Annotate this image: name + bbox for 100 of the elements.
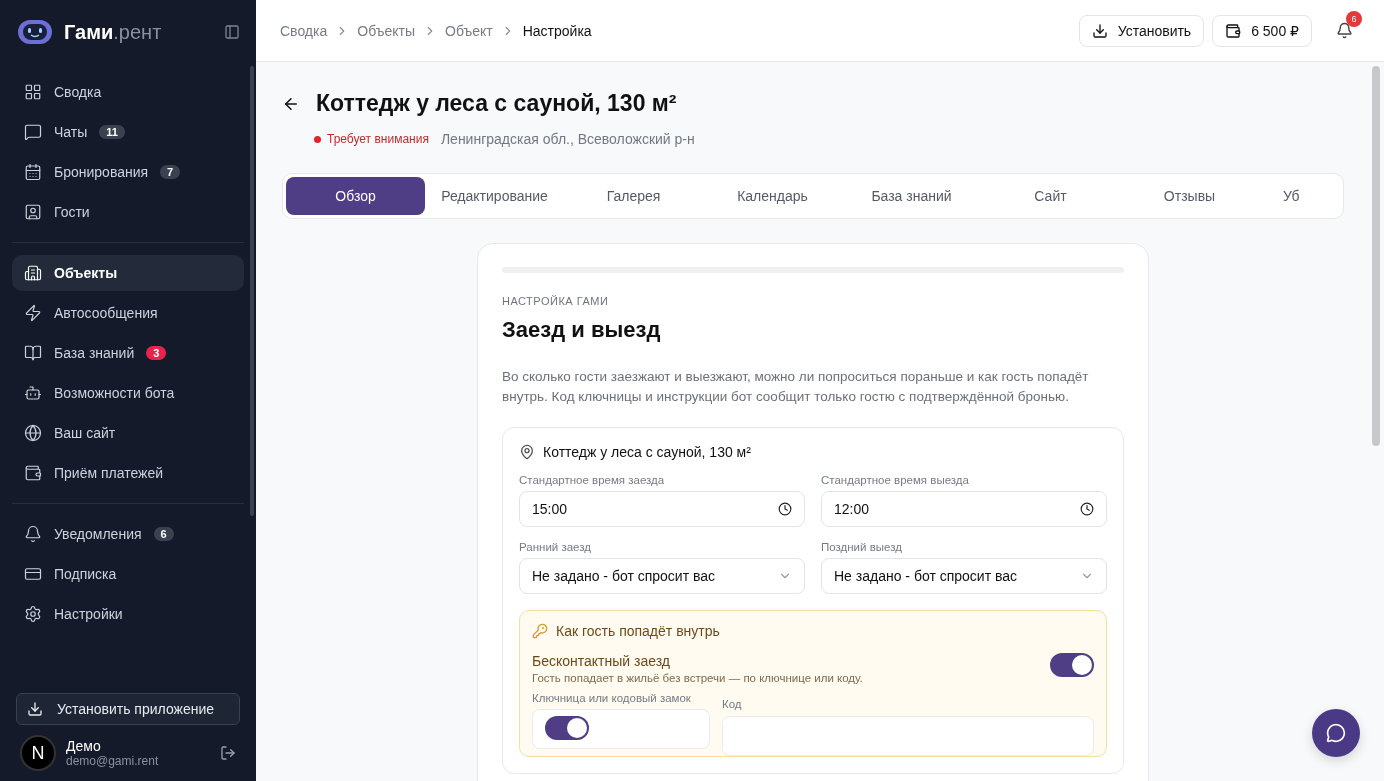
sidebar-item[interactable]: Уведомления 6 xyxy=(12,516,244,552)
sidebar-item[interactable]: Гости xyxy=(12,194,244,230)
sidebar-label: Бронирования xyxy=(54,164,149,180)
card-title: Заезд и выезд xyxy=(502,317,662,343)
sidebar-item[interactable]: Сводка xyxy=(12,74,244,110)
sidebar-item[interactable]: Автосообщения xyxy=(12,295,244,331)
breadcrumb[interactable]: Объект xyxy=(445,22,493,39)
sidebar-item[interactable]: Ваш сайт xyxy=(12,415,244,451)
sidebar-item[interactable]: Объекты xyxy=(12,255,244,291)
sidebar-item[interactable]: Бронирования 7 xyxy=(12,154,244,190)
eyebrow-text: НАСТРОЙКА ГАМИ xyxy=(502,295,610,307)
tab[interactable]: Галерея xyxy=(564,177,703,215)
sidebar-label: Приём платежей xyxy=(54,465,164,481)
bell-icon[interactable] xyxy=(1335,22,1353,39)
globe-icon xyxy=(24,424,42,442)
sidebar-label: Уведомления xyxy=(54,526,142,542)
count-badge: 3 xyxy=(146,346,167,360)
chat-bubble-icon xyxy=(1326,723,1346,743)
tab[interactable]: Редактирование xyxy=(425,177,564,215)
building-icon xyxy=(24,264,42,282)
tab[interactable]: Обзор xyxy=(286,177,425,215)
sidebar-toggle-icon[interactable] xyxy=(224,24,240,40)
breadcrumb[interactable]: Сводка xyxy=(280,22,328,39)
user-email: demo@gami.rent xyxy=(66,754,160,768)
field-label: Стандартное время заезда xyxy=(519,474,666,486)
dashboard-icon xyxy=(24,83,42,101)
sidebar-label: Автосообщения xyxy=(54,305,158,321)
install-app-button[interactable]: Установить приложение xyxy=(16,693,240,725)
sidebar-label: Гости xyxy=(54,204,90,220)
bell-icon xyxy=(24,525,42,543)
install-button[interactable]: Установить xyxy=(1078,14,1205,47)
breadcrumb[interactable]: Настройка xyxy=(522,22,592,39)
calendar-icon xyxy=(24,163,42,181)
wallet-icon xyxy=(1225,22,1242,39)
field-label: Стандартное время выезда xyxy=(821,474,970,486)
settings-icon xyxy=(24,605,42,623)
brand-name: Гами xyxy=(64,20,114,44)
sidebar-item[interactable]: Приём платежей xyxy=(12,455,244,491)
count-badge: 6 xyxy=(153,527,174,541)
user-name: Демо xyxy=(66,738,102,754)
sidebar-item[interactable]: База знаний 3 xyxy=(12,335,244,371)
sidebar-label: Объекты xyxy=(54,265,118,281)
code-field[interactable] xyxy=(722,716,1094,756)
brand-suffix: .рент xyxy=(113,20,162,44)
sidebar-label: Ваш сайт xyxy=(54,425,116,441)
notification-badge: 6 xyxy=(1346,10,1362,27)
sidebar-item[interactable]: Чаты 11 xyxy=(12,114,244,150)
code-label: Код xyxy=(722,698,743,710)
count-badge: 11 xyxy=(99,125,125,139)
clock-icon xyxy=(778,502,792,516)
field-label: Поздний выезд xyxy=(821,541,903,553)
status-text: Требует внимания xyxy=(327,132,429,146)
sidebar-item[interactable]: Настройки xyxy=(12,596,244,632)
select-field[interactable]: Не задано - бот спросит вас xyxy=(821,558,1107,594)
scrollbar[interactable] xyxy=(1372,66,1380,446)
field-label: Ранний заезд xyxy=(519,541,592,553)
access-title: Как гость попадёт внутрь xyxy=(556,623,720,639)
sidebar-item[interactable]: Возможности бота xyxy=(12,375,244,411)
lightning-icon xyxy=(24,304,42,322)
count-badge: 7 xyxy=(160,165,181,179)
logout-icon[interactable] xyxy=(220,745,236,761)
tab[interactable]: Сайт xyxy=(981,177,1120,215)
tab[interactable]: Календарь xyxy=(703,177,842,215)
avatar: N xyxy=(20,735,56,771)
sidebar-label: Настройки xyxy=(54,606,123,622)
time-field[interactable]: 15:00 xyxy=(519,491,805,527)
download-icon xyxy=(1091,22,1108,39)
scrollbar[interactable] xyxy=(250,66,254,516)
contactless-label: Бесконтактный заезд xyxy=(532,653,671,669)
sidebar-label: База знаний xyxy=(54,345,135,361)
robot-logo-icon xyxy=(16,18,54,46)
book-icon xyxy=(24,344,42,362)
location-text: Ленинградская обл., Всеволожский р-н xyxy=(440,131,695,147)
select-field[interactable]: Не задано - бот спросит вас xyxy=(519,558,805,594)
map-pin-icon xyxy=(519,444,535,460)
chat-button[interactable] xyxy=(1312,709,1360,757)
tab[interactable]: Уб xyxy=(1259,177,1319,215)
chat-icon xyxy=(24,123,42,141)
sidebar-label: Возможности бота xyxy=(54,385,175,401)
contactless-toggle[interactable] xyxy=(1050,653,1094,677)
time-field[interactable]: 12:00 xyxy=(821,491,1107,527)
wallet-icon xyxy=(24,464,42,482)
lockbox-label: Ключница или кодовый замок xyxy=(532,692,692,704)
tab[interactable]: База знаний xyxy=(842,177,981,215)
status-dot xyxy=(314,135,321,143)
sidebar-item[interactable]: Подписка xyxy=(12,556,244,592)
page-title: Коттедж у леса с сауной, 130 м² xyxy=(316,90,677,117)
sidebar-label: Подписка xyxy=(54,566,117,582)
card-description: Во сколько гости заезжают и выезжают, можно ли попроситься пораньше и как гость попадёт внутрь. Код ключницы и инструкции бот сообщит только гостю с подтверждённой бронью. xyxy=(502,368,1090,406)
tab[interactable]: Отзывы xyxy=(1120,177,1259,215)
breadcrumb[interactable]: Объекты xyxy=(357,22,415,39)
key-icon xyxy=(532,623,548,639)
sidebar-label: Сводка xyxy=(54,84,102,100)
balance-button[interactable]: 6 500 ₽ xyxy=(1212,14,1312,47)
property-name: Коттедж у леса с сауной, 130 м² xyxy=(543,444,751,460)
card-icon xyxy=(24,565,42,583)
contact-icon xyxy=(24,203,42,221)
lockbox-toggle[interactable] xyxy=(545,716,589,740)
download-icon xyxy=(27,701,43,717)
robot-icon xyxy=(24,384,42,402)
